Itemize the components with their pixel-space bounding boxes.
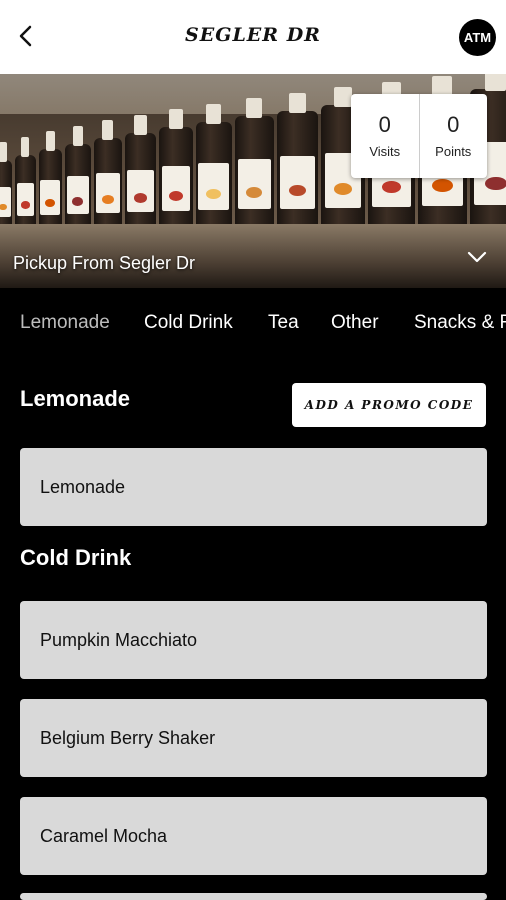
visits-count: 0 <box>378 112 391 137</box>
syrup-bottle-image <box>125 114 156 230</box>
tab-cold-drink[interactable]: Cold Drink <box>144 312 233 334</box>
chevron-down-icon[interactable] <box>466 246 488 268</box>
pickup-location-label: Pickup From Segler Dr <box>13 253 196 273</box>
syrup-bottle-image <box>38 131 62 230</box>
menu-item-belgium-berry-shaker[interactable]: Belgium Berry Shaker <box>20 699 487 777</box>
syrup-bottle-image <box>159 109 193 230</box>
points-stat: 0 Points <box>418 94 488 178</box>
visits-caption: Visits <box>369 144 401 159</box>
profile-avatar[interactable]: ATM <box>459 19 496 56</box>
add-promo-code-button[interactable]: ADD A PROMO CODE <box>292 383 486 427</box>
menu-item-partial[interactable] <box>20 893 487 900</box>
syrup-bottle-image <box>195 103 232 230</box>
tab-lemonade[interactable]: Lemonade <box>20 312 110 334</box>
store-name: SEGLER DR <box>185 24 321 46</box>
points-count: 0 <box>447 112 460 137</box>
syrup-bottle-image <box>276 92 318 230</box>
section-title-lemonade: Lemonade <box>20 386 131 411</box>
menu-item-lemonade[interactable]: Lemonade <box>20 448 487 526</box>
section-title-cold-drink: Cold Drink <box>20 545 132 570</box>
loyalty-stats-card: 0 Visits 0 Points <box>351 94 487 178</box>
syrup-bottle-image <box>64 125 91 230</box>
menu-item-pumpkin-macchiato[interactable]: Pumpkin Macchiato <box>20 601 487 679</box>
points-caption: Points <box>435 144 472 159</box>
syrup-bottle-image <box>0 142 12 230</box>
tab-snacks[interactable]: Snacks & F <box>414 312 506 334</box>
tab-tea[interactable]: Tea <box>268 312 299 334</box>
visits-stat: 0 Visits <box>351 94 419 178</box>
syrup-bottle-image <box>93 120 122 230</box>
syrup-bottle-image <box>234 98 274 230</box>
app-header: SEGLER DR ATM <box>0 0 506 74</box>
tab-other[interactable]: Other <box>331 312 379 334</box>
menu-item-caramel-mocha[interactable]: Caramel Mocha <box>20 797 487 875</box>
syrup-bottle-image <box>15 136 36 230</box>
category-tabs: Lemonade Cold Drink Tea Other Snacks & F <box>0 288 506 358</box>
